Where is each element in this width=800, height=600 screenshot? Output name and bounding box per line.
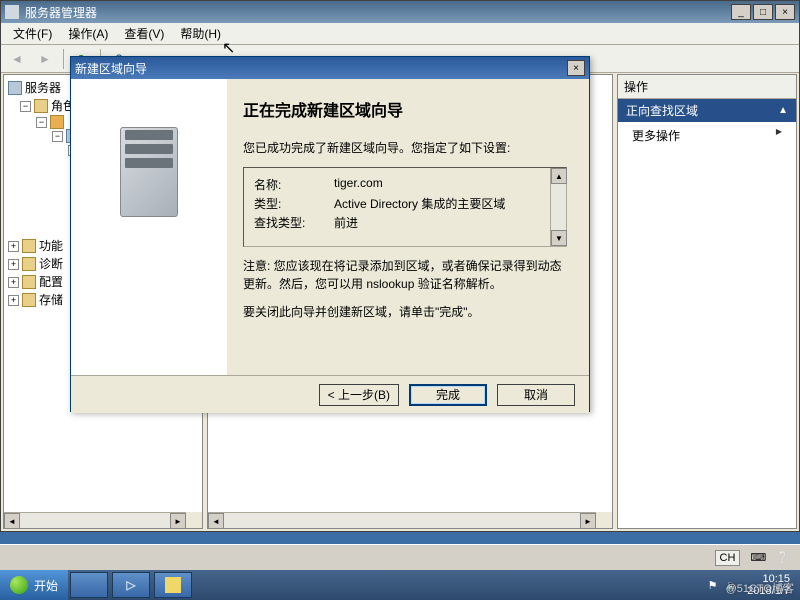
dialog-titlebar[interactable]: 新建区域向导 ×	[71, 57, 589, 79]
expander-icon[interactable]: +	[8, 277, 19, 288]
wizard-closing: 要关闭此向导并创建新区域，请单击"完成"。	[243, 303, 567, 321]
ime-indicator[interactable]: CH	[715, 550, 741, 566]
toolbar-divider	[63, 49, 64, 69]
task-server-manager[interactable]	[70, 572, 108, 598]
expander-icon[interactable]: −	[36, 117, 47, 128]
role-icon	[50, 115, 64, 129]
start-button[interactable]: 开始	[0, 570, 68, 600]
setting-row-type: 类型: Active Directory 集成的主要区域	[254, 195, 556, 212]
server-image-icon	[120, 127, 178, 217]
app-icon	[5, 5, 19, 19]
expander-icon[interactable]: +	[8, 259, 19, 270]
expander-icon[interactable]: −	[20, 101, 31, 112]
menubar: 文件(F) 操作(A) 查看(V) 帮助(H)	[1, 23, 799, 45]
folder-icon	[22, 293, 36, 307]
task-explorer[interactable]	[154, 572, 192, 598]
wizard-graphic-panel	[71, 79, 227, 375]
actions-section-header[interactable]: 正向查找区域 ▲	[618, 99, 796, 122]
folder-icon	[22, 275, 36, 289]
menu-action[interactable]: 操作(A)	[62, 23, 114, 44]
menu-help[interactable]: 帮助(H)	[174, 23, 227, 44]
menu-view[interactable]: 查看(V)	[118, 23, 170, 44]
explorer-icon	[165, 577, 181, 593]
server-manager-icon	[81, 577, 97, 593]
language-bar: CH ⌨ ❔	[0, 544, 800, 570]
settings-summary-box: 名称: tiger.com 类型: Active Directory 集成的主要…	[243, 167, 567, 247]
close-button[interactable]: ×	[775, 4, 795, 20]
actions-pane: 操作 正向查找区域 ▲ 更多操作 ▶	[617, 74, 797, 529]
scroll-left-icon[interactable]: ◄	[208, 513, 224, 529]
server-icon	[8, 81, 22, 95]
expander-icon[interactable]: +	[8, 241, 19, 252]
tray-flag-icon[interactable]: ⚑	[708, 579, 718, 592]
back-button[interactable]: ◄	[7, 49, 27, 69]
powershell-icon: ▷	[126, 578, 135, 592]
scroll-down-icon[interactable]: ▼	[551, 230, 567, 246]
wizard-intro: 您已成功完成了新建区域向导。您指定了如下设置:	[243, 139, 567, 157]
finish-button[interactable]: 完成	[409, 384, 487, 406]
expander-icon[interactable]: −	[52, 131, 63, 142]
start-orb-icon	[10, 576, 28, 594]
dialog-body: 正在完成新建区域向导 您已成功完成了新建区域向导。您指定了如下设置: 名称: t…	[71, 79, 589, 375]
wizard-note: 注意: 您应该现在将记录添加到区域，或者确保记录得到动态更新。然后，您可以用 n…	[243, 257, 567, 293]
wizard-heading: 正在完成新建区域向导	[243, 97, 567, 121]
forward-button[interactable]: ►	[35, 49, 55, 69]
menu-file[interactable]: 文件(F)	[7, 23, 58, 44]
window-title: 服务器管理器	[25, 4, 97, 21]
folder-icon	[34, 99, 48, 113]
minimize-button[interactable]: _	[731, 4, 751, 20]
setting-row-name: 名称: tiger.com	[254, 176, 556, 193]
scroll-right-icon[interactable]: ►	[580, 513, 596, 529]
chevron-up-icon: ▲	[778, 105, 788, 116]
folder-icon	[22, 257, 36, 271]
details-scrollbar-h[interactable]: ◄ ►	[208, 512, 596, 528]
taskbar: 开始 ▷ ⚑ 🔈 10:15 2018/1/7	[0, 570, 800, 600]
tree-scrollbar-h[interactable]: ◄ ►	[4, 512, 186, 528]
expander-icon[interactable]: +	[8, 295, 19, 306]
dialog-close-button[interactable]: ×	[567, 60, 585, 76]
watermark: @51CTO博客	[726, 580, 794, 596]
ime-settings-icon[interactable]: ⌨	[750, 551, 766, 564]
back-button[interactable]: < 上一步(B)	[319, 384, 399, 406]
scroll-up-icon[interactable]: ▲	[551, 168, 567, 184]
ime-help-icon[interactable]: ❔	[776, 551, 790, 564]
scroll-left-icon[interactable]: ◄	[4, 513, 20, 529]
settings-scrollbar-v[interactable]: ▲ ▼	[550, 168, 566, 246]
maximize-button[interactable]: □	[753, 4, 773, 20]
setting-row-lookup: 查找类型: 前进	[254, 214, 556, 231]
dialog-title: 新建区域向导	[75, 60, 147, 77]
wizard-content: 正在完成新建区域向导 您已成功完成了新建区域向导。您指定了如下设置: 名称: t…	[227, 79, 589, 375]
main-titlebar[interactable]: 服务器管理器 _ □ ×	[1, 1, 799, 23]
actions-header: 操作	[618, 75, 796, 99]
folder-icon	[22, 239, 36, 253]
cancel-button[interactable]: 取消	[497, 384, 575, 406]
submenu-arrow-icon: ▶	[776, 127, 782, 144]
action-more[interactable]: 更多操作 ▶	[618, 122, 796, 149]
scroll-right-icon[interactable]: ►	[170, 513, 186, 529]
new-zone-wizard-dialog: 新建区域向导 × 正在完成新建区域向导 您已成功完成了新建区域向导。您指定了如下…	[70, 56, 590, 412]
task-powershell[interactable]: ▷	[112, 572, 150, 598]
dialog-button-row: < 上一步(B) 完成 取消	[71, 375, 589, 413]
